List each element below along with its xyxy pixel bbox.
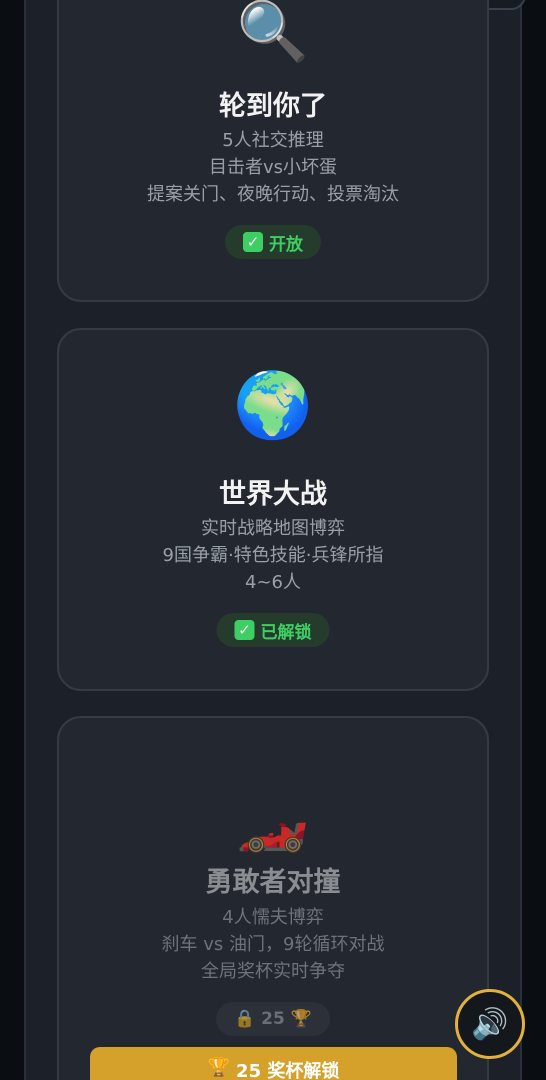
card-desc-line: 4人懦夫博弈 [222,907,324,928]
column-border-left [24,0,26,1080]
card-title: 轮到你了 [219,91,327,122]
status-badge: ✓ 已解锁 [216,613,330,647]
trophy-icon: 🏆 [290,1009,313,1029]
card-desc-line: 5人社交推理 [222,130,324,151]
globe-icon: 🌍 [233,369,313,443]
lock-badge: 🔒 25 🏆 [215,1002,331,1036]
check-icon: ✓ [234,620,255,640]
magnifier-icon: 🔍 [236,0,310,65]
race-car-icon: 🏎️ [236,787,310,855]
check-icon: ✓ [243,232,263,252]
card-title: 世界大战 [219,479,327,510]
game-card-chicken[interactable]: 🏎️ 勇敢者对撞 4人懦夫博弈 刹车 vs 油门，9轮循环对战 全局奖杯实时争夺… [57,716,489,1080]
card-description: 4人懦夫博弈 刹车 vs 油门，9轮循环对战 全局奖杯实时争夺 [59,904,487,985]
column-border-right [520,0,522,1080]
card-desc-line: 实时战略地图博弈 [201,518,345,539]
card-desc-line: 刹车 vs 油门，9轮循环对战 [161,934,385,955]
trophy-cost: 25 [261,1009,285,1029]
status-badge-label: 开放 [269,234,303,255]
game-select-page: 🔍 轮到你了 5人社交推理 目击者vs小坏蛋 提案关门、夜晚行动、投票淘汰 ✓ … [0,0,546,1080]
card-description: 5人社交推理 目击者vs小坏蛋 提案关门、夜晚行动、投票淘汰 [59,127,487,208]
status-badge: ✓ 开放 [225,225,321,259]
card-desc-line: 目击者vs小坏蛋 [208,157,338,178]
card-desc-line: 9国争霸·特色技能·兵锋所指 [162,545,384,566]
card-title: 勇敢者对撞 [205,867,341,898]
card-desc-line: 4~6人 [245,572,301,593]
card-description: 实时战略地图博弈 9国争霸·特色技能·兵锋所指 4~6人 [59,515,487,596]
card-desc-line: 提案关门、夜晚行动、投票淘汰 [147,184,399,205]
game-card-world-war[interactable]: 🌍 世界大战 实时战略地图博弈 9国争霸·特色技能·兵锋所指 4~6人 ✓ 已解… [57,328,489,691]
unlock-button-label: 25 奖杯解锁 [236,1061,340,1080]
card-desc-line: 全局奖杯实时争夺 [201,961,345,982]
unlock-button[interactable]: 🏆 25 奖杯解锁 [90,1047,457,1080]
lock-icon: 🔒 [233,1009,256,1029]
status-badge-label: 已解锁 [260,622,312,643]
speaker-icon: 🔊 [471,1006,509,1042]
sound-toggle-button[interactable]: 🔊 [455,989,525,1059]
trophy-icon: 🏆 [207,1057,231,1078]
game-card-turn[interactable]: 🔍 轮到你了 5人社交推理 目击者vs小坏蛋 提案关门、夜晚行动、投票淘汰 ✓ … [57,0,489,302]
